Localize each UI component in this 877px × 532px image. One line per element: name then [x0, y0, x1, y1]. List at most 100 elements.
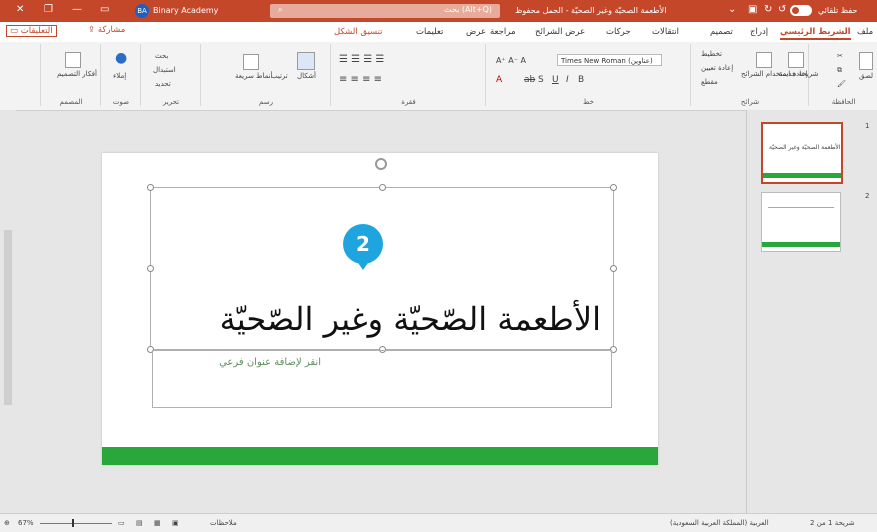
group-drawing: أشكال ترتيب أنماط سريعة رسم	[200, 44, 331, 106]
select-button[interactable]: تحديد	[155, 80, 171, 88]
slideshow-view-icon[interactable]: ▭	[118, 519, 125, 527]
list-icons[interactable]: ☰ ☰ ☰ ☰	[339, 54, 384, 65]
resize-handle[interactable]	[147, 184, 154, 191]
redo-icon[interactable]: ↻	[764, 4, 772, 15]
new-slide-icon[interactable]	[788, 52, 804, 68]
restore-icon[interactable]: ❐	[44, 4, 53, 15]
resize-handle[interactable]	[379, 184, 386, 191]
tab-view[interactable]: عرض	[466, 27, 486, 37]
shapes-label: أشكال	[297, 72, 316, 80]
reuse-slides-label: إعادة استخدام الشرائح	[741, 70, 808, 78]
subtitle-placeholder[interactable]: انقر لإضافة عنوان فرعي	[152, 350, 612, 408]
fit-slide-icon[interactable]: ⊕	[4, 519, 10, 527]
layout-button[interactable]: تخطيط	[701, 50, 722, 58]
replace-button[interactable]: استبدال	[153, 66, 176, 74]
slide-thumbnail-2[interactable]	[761, 192, 841, 252]
tab-slideshow[interactable]: عرض الشرائح	[535, 27, 585, 37]
notes-button[interactable]: ملاحظات	[210, 519, 237, 527]
left-scroll-gutter	[0, 110, 16, 513]
thumbnail-number: 1	[865, 122, 870, 130]
rotate-handle-icon[interactable]	[375, 158, 387, 170]
resize-handle[interactable]	[147, 265, 154, 272]
slide-sorter-icon[interactable]: ▦	[154, 519, 161, 527]
tab-shape-format[interactable]: تنسيق الشكل	[334, 27, 383, 37]
bold-icon[interactable]: B	[578, 75, 584, 85]
avatar[interactable]: BA	[135, 4, 149, 18]
share-label: مشاركة	[97, 25, 126, 35]
font-name-select[interactable]: Times New Roman (عناوين)	[557, 54, 662, 66]
italic-icon[interactable]: I	[566, 75, 569, 85]
paste-label: لصق	[859, 72, 874, 80]
search-box[interactable]: بحث (Alt+Q) ⌕	[270, 4, 500, 18]
find-button[interactable]: بحث	[155, 52, 168, 60]
underline-icon[interactable]: U	[552, 75, 559, 85]
title-placeholder[interactable]: الأطعمة الصّحيّة وغير الصّحيّة	[147, 184, 617, 353]
close-icon[interactable]: ✕	[16, 4, 24, 15]
designer-icon[interactable]	[65, 52, 81, 68]
customize-toolbar-icon[interactable]: ⌄	[728, 4, 736, 15]
resize-handle[interactable]	[610, 265, 617, 272]
tab-insert[interactable]: إدراج	[750, 27, 768, 37]
slide-canvas[interactable]: الأطعمة الصّحيّة وغير الصّحيّة انقر لإضا…	[102, 153, 658, 465]
tab-file[interactable]: ملف	[857, 27, 873, 37]
tab-animations[interactable]: حركات	[606, 27, 631, 37]
group-label-drawing: رسم	[259, 98, 273, 106]
ribbon: لصق ✂ ⧉ 🖌 الحافظة شريحة جديدة إعادة استخ…	[0, 42, 877, 111]
tab-home[interactable]: الشريط الرئيسي	[780, 27, 851, 40]
cut-icon[interactable]: ✂	[837, 52, 843, 60]
paste-icon[interactable]	[859, 52, 873, 70]
section-button[interactable]: مقطع	[701, 78, 718, 86]
slide-position: شريحة 1 من 2	[810, 519, 855, 527]
autosave-label: حفظ تلقائي	[818, 6, 858, 15]
font-color-icon[interactable]: A	[496, 75, 502, 85]
shadow-icon[interactable]: S	[538, 75, 544, 85]
align-icons[interactable]: ≡ ≡ ≡ ≡	[339, 74, 382, 85]
present-icon[interactable]: ▣	[748, 4, 757, 15]
tab-help[interactable]: تعليمات	[416, 27, 443, 37]
quick-styles-label: أنماط سريعة	[235, 72, 273, 80]
format-painter-icon[interactable]: 🖌	[837, 80, 846, 88]
group-voice: ● إملاء صوت	[100, 44, 141, 106]
document-title: الأطعمة الصحيّة وغير الصحيّة - الحمل محف…	[515, 6, 667, 15]
slide-thumbnail-1[interactable]: الأطعمة الصحيّة وغير الصحيّة	[761, 122, 843, 184]
search-label: بحث (Alt+Q)	[444, 5, 492, 14]
tab-design[interactable]: تصميم	[710, 27, 733, 37]
comments-button[interactable]: ▭ التعليقات	[6, 25, 57, 37]
thumbnail-green-bar	[762, 242, 840, 247]
language-status[interactable]: العربية (المملكة العربية السعودية)	[670, 519, 769, 527]
search-icon: ⌕	[278, 5, 283, 14]
undo-icon[interactable]: ↺	[778, 4, 786, 15]
zoom-level[interactable]: 67%	[18, 519, 34, 527]
group-label-editing: تحرير	[162, 98, 180, 106]
reuse-slides-icon[interactable]	[756, 52, 772, 68]
reset-button[interactable]: إعادة تعيين	[701, 64, 733, 72]
resize-handle[interactable]	[610, 184, 617, 191]
microphone-icon[interactable]: ●	[115, 50, 127, 66]
zoom-slider[interactable]	[40, 523, 112, 524]
group-font: Times New Roman (عناوين) A⁺ A⁻ A B I U S…	[485, 44, 691, 106]
shapes-icon[interactable]	[297, 52, 315, 70]
designer-label: أفكار التصميم	[57, 70, 97, 78]
slide-title-text[interactable]: الأطعمة الصّحيّة وغير الصّحيّة	[220, 300, 601, 338]
arrange-label[interactable]: ترتيب	[271, 72, 288, 80]
quick-styles-icon[interactable]	[243, 54, 259, 70]
copy-icon[interactable]: ⧉	[837, 66, 842, 75]
share-button[interactable]: ⇪ مشاركة	[88, 25, 125, 35]
vertical-scrollbar[interactable]	[4, 230, 12, 405]
share-icon: ⇪	[88, 25, 98, 35]
minimize-icon[interactable]: —	[72, 4, 82, 15]
font-size-controls[interactable]: A⁺ A⁻ A	[496, 56, 526, 65]
normal-view-icon[interactable]: ▣	[172, 519, 179, 527]
account-name[interactable]: Binary Academy	[153, 6, 218, 15]
zoom-slider-knob[interactable]	[72, 519, 74, 527]
thumbnail-number: 2	[865, 192, 870, 200]
group-label-clipboard: الحافظة	[831, 98, 856, 106]
ribbon-display-icon[interactable]: ▭	[100, 4, 109, 15]
step-callout-badge: 2	[343, 224, 383, 270]
tab-review[interactable]: مراجعة	[490, 27, 516, 37]
reading-view-icon[interactable]: ▤	[136, 519, 143, 527]
autosave-toggle[interactable]	[790, 5, 812, 16]
strikethrough-icon[interactable]: ab	[524, 75, 535, 85]
thumbnail-green-bar	[763, 173, 841, 178]
tab-transitions[interactable]: انتقالات	[652, 27, 679, 37]
